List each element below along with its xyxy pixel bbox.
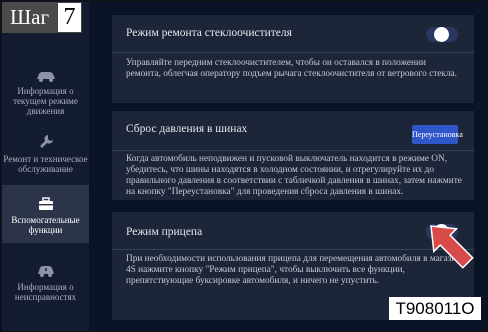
figure-code: T908011O (389, 297, 481, 320)
screen: Шаг 7 Информация о текущем режиме движен… (0, 0, 488, 332)
arrow-pointer-icon (430, 225, 474, 269)
